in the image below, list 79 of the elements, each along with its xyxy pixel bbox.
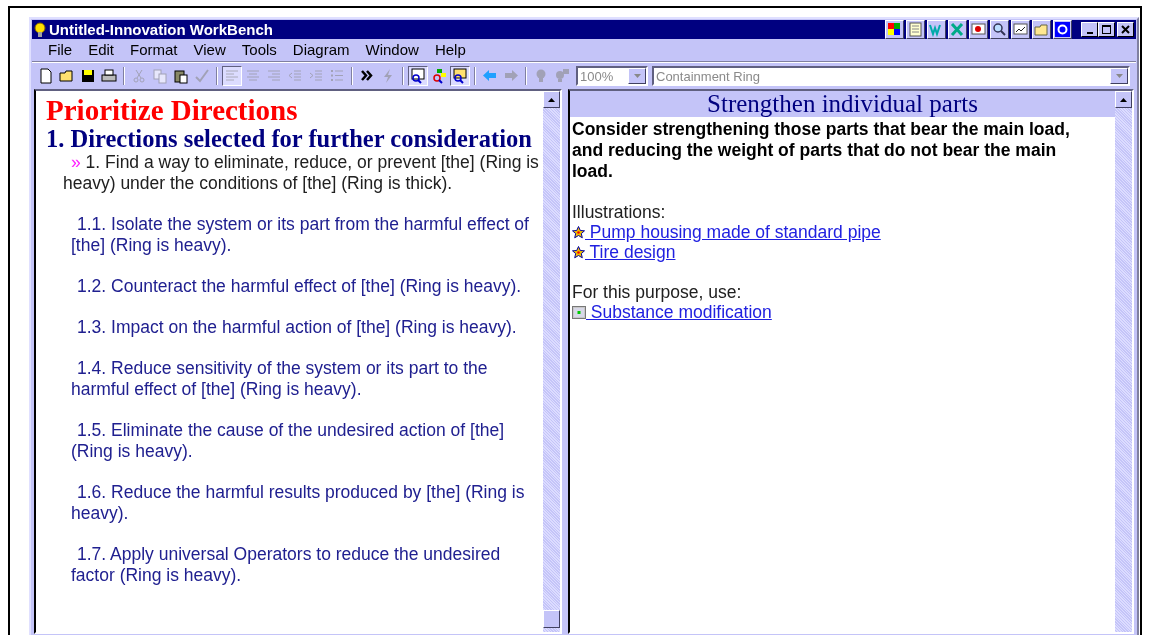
menu-item[interactable]: Diagram [284, 40, 358, 58]
check-mark-icon [194, 68, 210, 84]
bullet-list-icon [329, 68, 345, 84]
minimize-button[interactable] [1081, 22, 1098, 37]
word-icon [929, 22, 944, 37]
scissors-icon [131, 68, 147, 84]
graph-icon [1013, 22, 1028, 37]
menu-item[interactable]: File [40, 40, 81, 58]
section-label: Illustrations: [572, 202, 667, 222]
menu-item[interactable]: Tools [233, 40, 285, 58]
save-icon [80, 68, 96, 84]
copy-icon [152, 68, 168, 84]
align-right-icon [266, 68, 282, 84]
printer-icon [101, 68, 117, 84]
lightbulb-icon [34, 21, 46, 38]
menu-item[interactable]: View [185, 40, 234, 58]
align-center-icon [245, 68, 261, 84]
align-left-icon [224, 68, 240, 84]
direction-link[interactable]: 1.2. Counteract the harmful effect of [the] (Ring is heavy). [46, 276, 539, 297]
magnifier-icon [992, 22, 1007, 37]
menu-item[interactable]: Window [357, 40, 427, 58]
square-icon [572, 305, 586, 319]
menu-item[interactable]: Help [426, 40, 474, 58]
star-icon [572, 245, 585, 259]
direction-link[interactable]: 1.4. Reduce sensitivity of the system or its part to the harmful effect of [the] (Ring is heavy). [46, 358, 539, 400]
summary-text: Consider strengthening those parts that bear the main load, and reducing the weight of parts that do not bear the main load. [572, 119, 1071, 182]
close-icon [1121, 25, 1130, 34]
forward-arrow-icon [503, 68, 519, 84]
minimize-icon [1086, 32, 1093, 34]
star-icon [572, 225, 585, 239]
magnifier-button[interactable] [990, 20, 1009, 39]
document-search-icon [410, 68, 426, 84]
scroll-up-button[interactable] [1115, 91, 1132, 108]
graph-button[interactable] [1011, 20, 1030, 39]
direction-link[interactable]: 1.3. Impact on the harmful action of [the] (Ring is heavy). [46, 317, 539, 338]
link[interactable]: Pump housing made of standard pipe [585, 221, 881, 243]
spreadsheet-button[interactable] [948, 20, 967, 39]
menu-item[interactable]: Format [122, 40, 186, 58]
word-button[interactable] [927, 20, 946, 39]
scroll-thumb[interactable] [543, 610, 560, 628]
scrollbar[interactable] [1115, 91, 1132, 632]
notepad-icon [908, 22, 923, 37]
color-grid-icon [887, 22, 902, 37]
link[interactable]: Substance modification [586, 301, 772, 323]
notepad-button[interactable] [906, 20, 925, 39]
scroll-up-button[interactable] [543, 91, 560, 108]
close-button[interactable] [1117, 22, 1134, 37]
new-file-icon [38, 68, 54, 84]
spreadsheet-icon [950, 22, 965, 37]
maximize-button[interactable] [1098, 22, 1115, 37]
note-search-icon [452, 68, 468, 84]
link[interactable]: Tire design [585, 241, 676, 263]
direction-link[interactable]: 1.5. Eliminate the cause of the undesired action of [the] (Ring is heavy). [46, 420, 539, 462]
back-arrow-icon [482, 68, 498, 84]
clipboard-icon [173, 68, 189, 84]
indent-icon [308, 68, 324, 84]
maximize-icon [1102, 25, 1111, 34]
lightbulb-flag-icon [554, 68, 570, 84]
topic-heading: Strengthen individual parts [570, 91, 1115, 117]
scrollbar[interactable] [543, 91, 560, 632]
color-grid-button[interactable] [885, 20, 904, 39]
diagram-search-icon [431, 68, 447, 84]
outdent-icon [287, 68, 303, 84]
window-title: Untitled-Innovation WorkBench [49, 21, 273, 38]
direction-link[interactable]: 1.1. Isolate the system or its part from the harmful effect of [the] (Ring is heavy). [46, 214, 539, 256]
folder-icon [59, 68, 75, 84]
section-label: For this purpose, use: [572, 282, 743, 302]
direction-link[interactable]: 1.6. Reduce the harmful results produced by [the] (Ring is heavy). [46, 482, 539, 524]
menu-item[interactable]: Edit [80, 40, 123, 58]
up-arrow-icon [548, 97, 555, 102]
section-heading: 1. Directions selected for further consideration [46, 125, 533, 152]
direction-text: » 1. Find a way to eliminate, reduce, or prevent [the] (Ring is heavy) under the conditions of [the] (Ring is thick). [62, 152, 539, 194]
folder-button[interactable] [1032, 20, 1051, 39]
page-title: Prioritize Directions [46, 95, 299, 125]
direction-link[interactable]: 1.7. Apply universal Operators to reduce the undesired factor (Ring is heavy). [46, 544, 539, 586]
document-search-button[interactable] [408, 66, 428, 86]
up-arrow-icon [1120, 97, 1127, 102]
folder-icon [1034, 22, 1049, 37]
note-search-button[interactable] [450, 66, 470, 86]
